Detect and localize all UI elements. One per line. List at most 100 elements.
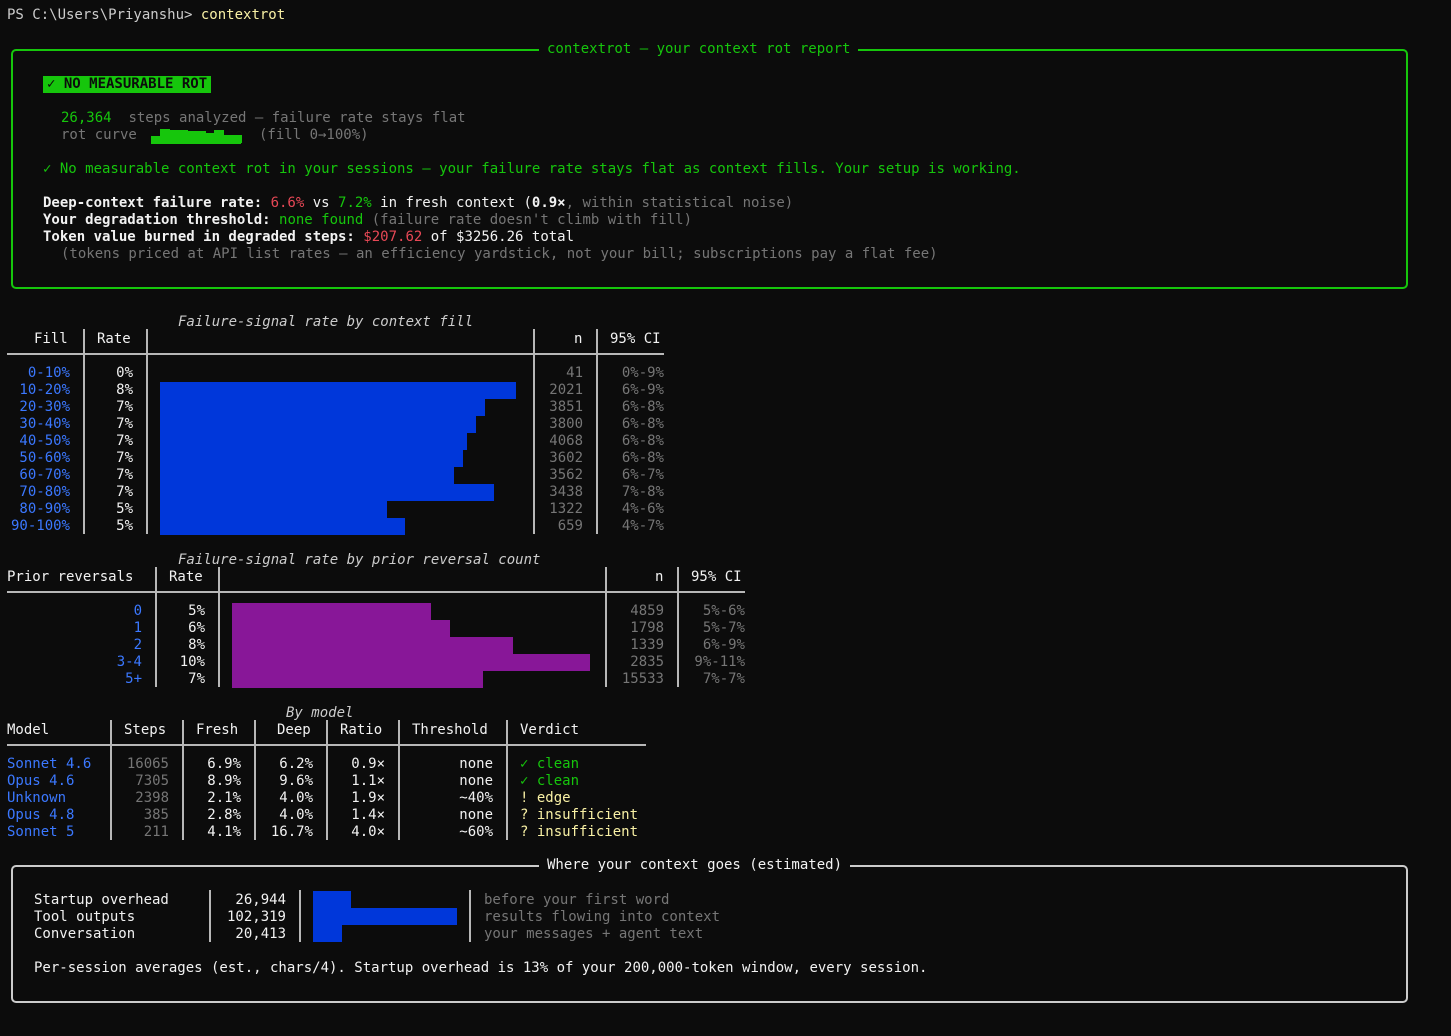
reversal-n: 15533 — [621, 671, 664, 687]
fill-ci: 4%-7% — [621, 518, 664, 534]
threshold-header: Threshold — [412, 722, 488, 738]
context-value: 102,319 — [226, 909, 286, 925]
fill-rate-bar — [160, 399, 485, 416]
fill-table-title: Failure-signal rate by context fill — [178, 314, 474, 330]
reversal-rate-bar — [232, 654, 590, 671]
burned-line: Token value burned in degraded steps: $2… — [43, 229, 574, 246]
context-divider — [299, 890, 301, 942]
reversal-table-divider — [155, 567, 157, 687]
model-deep: 6.2% — [279, 756, 313, 772]
fill-rate: 8% — [116, 382, 133, 398]
context-value: 20,413 — [235, 926, 286, 942]
fill-bucket: 50-60% — [19, 450, 70, 466]
model-name: Opus 4.6 — [7, 773, 75, 789]
reversal-n: 1339 — [630, 637, 664, 653]
fill-n: 2021 — [549, 382, 583, 398]
fill-rate: 7% — [116, 416, 133, 432]
fresh-header: Fresh — [196, 722, 239, 738]
fill-n: 1322 — [549, 501, 583, 517]
model-fresh: 4.1% — [207, 824, 241, 840]
threshold-note: (failure rate doesn't climb with fill) — [363, 212, 693, 228]
model-fresh: 2.1% — [207, 790, 241, 806]
model-steps: 2398 — [135, 790, 169, 806]
model-table-divider — [254, 720, 256, 840]
model-verdict: ✓ clean — [520, 756, 580, 772]
reversal-rate-bar — [232, 603, 431, 620]
deep-label: Deep-context failure rate: — [43, 195, 271, 211]
fill-bucket: 20-30% — [19, 399, 70, 415]
fill-rate-bar — [160, 416, 476, 433]
prompt: PS C:\Users\Priyanshu> — [7, 7, 201, 23]
fill-n: 4068 — [549, 433, 583, 449]
fill-rate-bar — [160, 501, 387, 518]
fill-rate: 7% — [116, 433, 133, 449]
reversal-table-divider — [218, 567, 220, 687]
reversal-table-header-rule — [7, 591, 745, 593]
deep-context-line: Deep-context failure rate: 6.6% vs 7.2% … — [43, 195, 793, 212]
model-table-divider — [182, 720, 184, 840]
fill-table-header-rule — [7, 353, 664, 355]
model-deep: 4.0% — [279, 790, 313, 806]
vs-text: vs — [304, 195, 339, 211]
model-ratio: 4.0× — [351, 824, 385, 840]
noise-note: , within statistical noise) — [565, 195, 794, 211]
fill-ci: 6%-8% — [621, 450, 664, 466]
model-table-divider — [326, 720, 328, 840]
reversal-rate-bar — [232, 620, 450, 637]
model-threshold: ~60% — [459, 824, 493, 840]
model-threshold: none — [459, 807, 493, 823]
model-deep: 4.0% — [279, 807, 313, 823]
model-deep: 9.6% — [279, 773, 313, 789]
model-table-divider — [398, 720, 400, 840]
fill-bucket: 0-10% — [27, 365, 70, 381]
fill-rate-bar — [160, 450, 463, 467]
fill-rate: 7% — [116, 484, 133, 500]
fill-n: 3602 — [549, 450, 583, 466]
model-fresh: 8.9% — [207, 773, 241, 789]
fill-rate: 7% — [116, 399, 133, 415]
model-threshold: none — [459, 756, 493, 772]
verdict-header: Verdict — [520, 722, 580, 738]
model-name: Sonnet 5 — [7, 824, 75, 840]
model-steps: 7305 — [135, 773, 169, 789]
model-name: Unknown — [7, 790, 67, 806]
steps-line: 26,364 steps analyzed — failure rate sta… — [61, 110, 466, 127]
reversal-bucket: 3-4 — [116, 654, 142, 670]
steps-text: steps analyzed — failure rate stays flat — [128, 110, 466, 126]
fill-rate: 7% — [116, 467, 133, 483]
reversal-bucket: 0 — [133, 603, 142, 619]
burned-label: Token value burned in degraded steps: — [43, 229, 364, 245]
fill-rate: 7% — [116, 450, 133, 466]
model-name: Opus 4.8 — [7, 807, 75, 823]
fill-header: Fill — [34, 331, 68, 347]
model-verdict: ? insufficient — [520, 824, 639, 840]
n-header: n — [655, 569, 664, 585]
model-ratio: 1.9× — [351, 790, 385, 806]
reversal-rate: 6% — [188, 620, 205, 636]
reversal-rate: 7% — [188, 671, 205, 687]
model-name: Sonnet 4.6 — [7, 756, 92, 772]
model-table-divider — [110, 720, 112, 840]
prior-header: Prior reversals — [7, 569, 134, 585]
fill-bucket: 40-50% — [19, 433, 70, 449]
deep-value: 6.6% — [270, 195, 305, 211]
fill-ci: 6%-8% — [621, 433, 664, 449]
reversal-bucket: 5+ — [125, 671, 142, 687]
fresh-label: in fresh context ( — [371, 195, 532, 211]
terminal-prompt-line[interactable]: PS C:\Users\Priyanshu> contextrot — [7, 7, 285, 24]
model-fresh: 2.8% — [207, 807, 241, 823]
context-note: your messages + agent text — [484, 926, 704, 942]
reversal-ci: 5%-7% — [702, 620, 745, 636]
deep-header: Deep — [277, 722, 311, 738]
fill-table-divider — [533, 329, 535, 534]
context-value: 26,944 — [235, 892, 286, 908]
context-footer: Per-session averages (est., chars/4). St… — [34, 960, 928, 976]
fill-rate-bar — [160, 518, 405, 535]
burned-total: of $3256.26 total — [422, 229, 575, 245]
context-label: Conversation — [34, 926, 136, 942]
reversal-ci: 5%-6% — [702, 603, 745, 619]
steps-header: Steps — [124, 722, 167, 738]
n-header: n — [574, 331, 583, 347]
reversal-table-title: Failure-signal rate by prior reversal co… — [178, 552, 541, 568]
fill-table-divider — [146, 329, 148, 534]
